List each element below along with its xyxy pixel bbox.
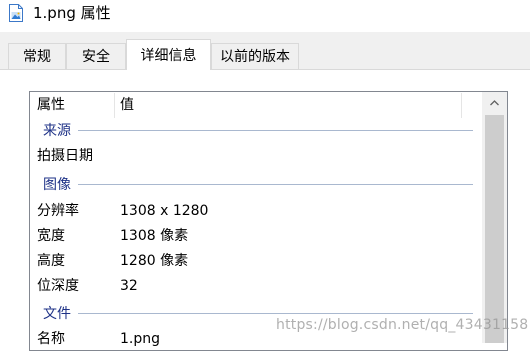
property-name[interactable]: 高度 <box>37 252 65 270</box>
group-header-file: 文件 <box>43 306 71 322</box>
group-header-source: 来源 <box>43 123 71 139</box>
chevron-up-icon[interactable] <box>482 92 507 114</box>
tab-security[interactable]: 安全 <box>66 43 126 69</box>
property-name[interactable]: 拍摄日期 <box>37 147 93 165</box>
property-value[interactable]: 1308 像素 <box>120 227 188 245</box>
title-bar: 1.png 属性 <box>0 0 530 32</box>
column-header-row: 属性 值 <box>30 92 482 119</box>
property-value[interactable]: 32 <box>120 277 138 295</box>
tab-previous-versions[interactable]: 以前的版本 <box>211 43 299 69</box>
property-name[interactable]: 宽度 <box>37 227 65 245</box>
watermark: https://blog.csdn.net/qq_43431158 <box>276 317 529 333</box>
column-separator[interactable] <box>114 93 115 118</box>
property-value[interactable]: 1.png <box>120 330 160 348</box>
column-separator[interactable] <box>461 93 462 118</box>
group-header-image: 图像 <box>43 177 71 193</box>
group-divider <box>78 130 473 131</box>
window-title: 1.png 属性 <box>33 4 111 22</box>
property-name[interactable]: 位深度 <box>37 277 79 295</box>
group-divider <box>78 313 473 314</box>
scrollbar-thumb[interactable] <box>485 115 504 343</box>
tab-general[interactable]: 常规 <box>8 43 66 69</box>
image-file-icon <box>9 4 23 22</box>
group-divider <box>78 184 473 185</box>
property-value[interactable]: 1308 x 1280 <box>120 202 208 220</box>
tab-details[interactable]: 详细信息 <box>126 39 211 70</box>
property-name[interactable]: 分辨率 <box>37 202 79 220</box>
property-name[interactable]: 名称 <box>37 330 65 348</box>
property-value[interactable]: 1280 像素 <box>120 252 188 270</box>
column-header-property[interactable]: 属性 <box>37 92 117 119</box>
column-header-value[interactable]: 值 <box>120 92 450 119</box>
